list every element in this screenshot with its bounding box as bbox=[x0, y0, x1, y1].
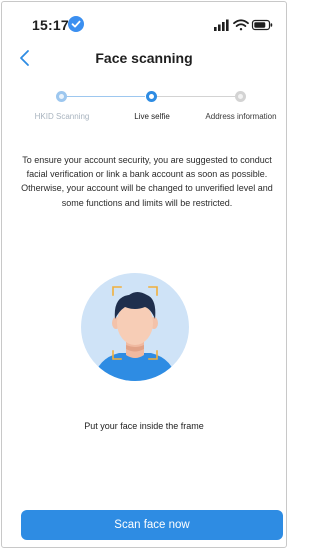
step-connector bbox=[67, 96, 145, 97]
step-indicator-hkid bbox=[56, 91, 67, 102]
step-connector bbox=[157, 96, 235, 97]
scan-face-button[interactable]: Scan face now bbox=[21, 510, 283, 540]
face-frame-hint: Put your face inside the frame bbox=[84, 421, 204, 431]
step-indicator-selfie bbox=[146, 91, 157, 102]
status-time: 15:17 bbox=[32, 17, 69, 33]
progress-stepper: HKID Scanning Live selfie Address inform… bbox=[2, 88, 286, 128]
step-label-address: Address information bbox=[205, 112, 277, 121]
status-bar: 15:17 bbox=[2, 2, 286, 38]
security-message: To ensure your account security, you are… bbox=[21, 155, 273, 208]
step-indicator-address bbox=[235, 91, 246, 102]
wifi-icon bbox=[233, 19, 249, 31]
location-icon bbox=[68, 16, 84, 32]
page-title: Face scanning bbox=[95, 50, 193, 66]
face-illustration bbox=[81, 273, 189, 381]
signal-icon bbox=[214, 19, 229, 31]
status-icons bbox=[214, 18, 274, 32]
step-label-hkid: HKID Scanning bbox=[34, 112, 90, 121]
phone-screen: 15:17 Face scanning HKID Scanning Live s… bbox=[1, 1, 287, 548]
navigation-bar: Face scanning bbox=[2, 42, 286, 74]
step-label-selfie: Live selfie bbox=[134, 112, 170, 121]
battery-icon bbox=[251, 19, 273, 31]
